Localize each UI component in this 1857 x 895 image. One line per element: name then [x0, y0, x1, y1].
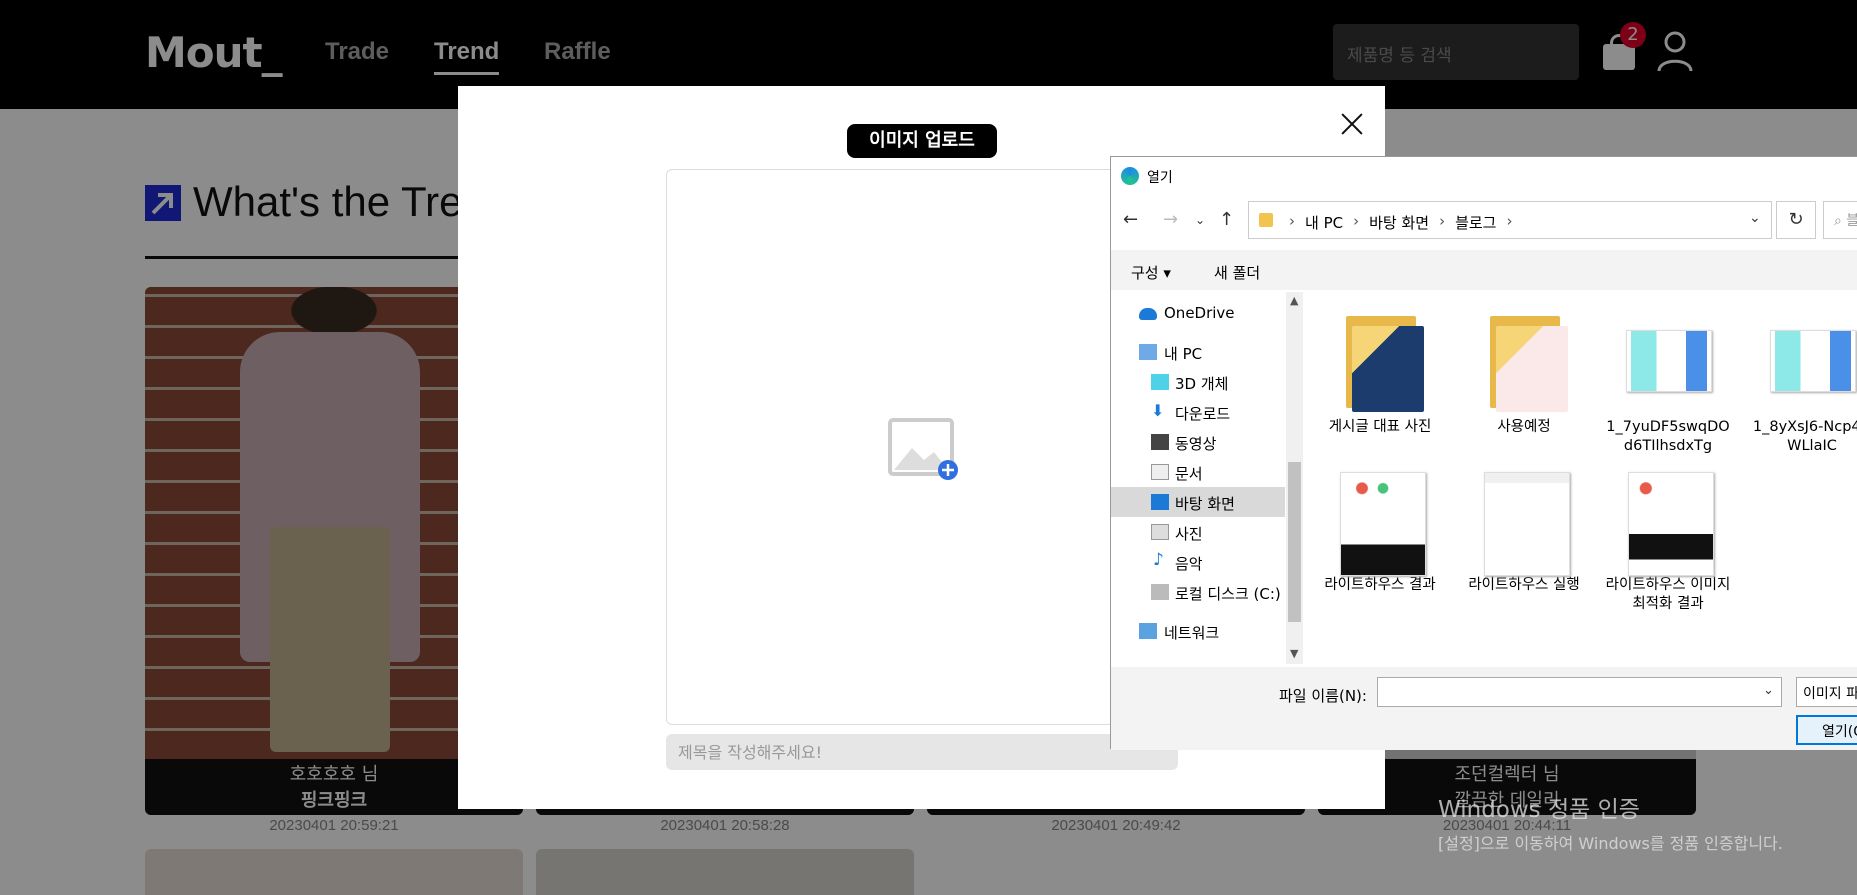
- tree-item-network[interactable]: 네트워크: [1111, 616, 1285, 646]
- cloud-icon: [1139, 308, 1157, 320]
- navigation-pane: OneDrive 내 PC 3D 개체 ⬇ 다운로드 동영상 문서 바탕 화면: [1111, 292, 1285, 664]
- screenshot-thumbnail-icon: [1332, 470, 1428, 576]
- scroll-down-icon[interactable]: ▼: [1290, 647, 1298, 660]
- file-item[interactable]: 사용예정: [1459, 312, 1589, 437]
- breadcrumb-item[interactable]: 블로그: [1455, 212, 1496, 233]
- scroll-up-icon[interactable]: ▲: [1290, 294, 1298, 307]
- pc-icon: [1139, 344, 1157, 360]
- activation-subtitle: [설정]으로 이동하여 Windows를 정품 인증합니다.: [1438, 834, 1783, 853]
- network-icon: [1139, 623, 1157, 639]
- folder-icon: [1332, 312, 1428, 412]
- dialog-search-input[interactable]: ⌕ 블로그 검색: [1823, 201, 1857, 239]
- file-item[interactable]: 게시글 대표 사진: [1315, 312, 1445, 437]
- close-icon[interactable]: [1338, 110, 1366, 138]
- tree-item-videos[interactable]: 동영상: [1111, 427, 1285, 457]
- activation-title: Windows 정품 인증: [1438, 797, 1640, 823]
- file-open-dialog: 열기 ← → ⌄ ↑ › 내 PC › 바탕 화면 › 블로그 › ⌄ ↻ ⌕ …: [1110, 156, 1857, 750]
- tree-item-downloads[interactable]: ⬇ 다운로드: [1111, 397, 1285, 427]
- file-list: 게시글 대표 사진 사용예정 1_7yuDF5swqDOd6TIlhsdxTg …: [1307, 292, 1857, 664]
- dialog-navbar: ← → ⌄ ↑ › 내 PC › 바탕 화면 › 블로그 › ⌄ ↻ ⌕ 블로그…: [1111, 197, 1857, 241]
- breadcrumb-item[interactable]: 내 PC: [1305, 212, 1343, 233]
- tree-item-desktop[interactable]: 바탕 화면: [1111, 487, 1285, 517]
- navigation-scrollbar[interactable]: ▲ ▼: [1286, 292, 1303, 664]
- open-button[interactable]: 열기(O): [1796, 715, 1857, 745]
- app-icon: [1121, 167, 1139, 185]
- tree-item-pictures[interactable]: 사진: [1111, 517, 1285, 547]
- desktop-icon: [1151, 494, 1169, 510]
- chevron-down-icon[interactable]: ⌄: [1749, 210, 1761, 226]
- tree-item-music[interactable]: ♪ 음악: [1111, 547, 1285, 577]
- file-item[interactable]: 1_8yXsJ6-Ncp4--WLlaIC: [1747, 312, 1857, 456]
- address-bar[interactable]: › 내 PC › 바탕 화면 › 블로그 › ⌄: [1248, 201, 1772, 239]
- dialog-footer: 파일 이름(N): ⌄ 이미지 파일 열기(O): [1111, 667, 1857, 750]
- picture-icon: [1151, 524, 1169, 540]
- scrollbar-thumb[interactable]: [1288, 462, 1301, 622]
- file-name-label: 파일 이름(N):: [1279, 687, 1367, 705]
- screenshot-thumbnail-icon: [1476, 470, 1572, 576]
- film-icon: [1151, 434, 1169, 450]
- tree-item-documents[interactable]: 문서: [1111, 457, 1285, 487]
- image-upload-label: 이미지 업로드: [847, 124, 997, 158]
- cube-icon: [1151, 374, 1169, 390]
- file-item[interactable]: 라이트하우스 실행: [1459, 470, 1589, 595]
- dialog-titlebar: 열기: [1111, 157, 1857, 193]
- file-name-input[interactable]: [1377, 677, 1782, 707]
- image-thumbnail-icon: [1620, 312, 1716, 412]
- tree-item-local-disk[interactable]: 로컬 디스크 (C:): [1111, 577, 1285, 607]
- organize-menu[interactable]: 구성 ▾: [1131, 262, 1171, 283]
- disk-icon: [1151, 584, 1169, 600]
- windows-activation-watermark: Windows 정품 인증 [설정]으로 이동하여 Windows를 정품 인증…: [1438, 790, 1783, 854]
- image-thumbnail-icon: [1764, 312, 1857, 412]
- file-type-filter[interactable]: 이미지 파일: [1796, 677, 1857, 707]
- forward-arrow-icon[interactable]: →: [1163, 209, 1178, 230]
- back-arrow-icon[interactable]: ←: [1123, 209, 1138, 230]
- refresh-icon[interactable]: ↻: [1776, 201, 1816, 239]
- music-icon: ♪: [1153, 550, 1164, 570]
- tree-item-pc[interactable]: 내 PC: [1111, 337, 1285, 367]
- post-title-input[interactable]: [666, 734, 1178, 770]
- screenshot-thumbnail-icon: [1620, 470, 1716, 576]
- add-image-icon[interactable]: [888, 418, 958, 480]
- folder-icon: [1476, 312, 1572, 412]
- tree-item-onedrive[interactable]: OneDrive: [1111, 298, 1285, 328]
- document-icon: [1151, 464, 1169, 480]
- folder-icon: [1259, 213, 1273, 227]
- recent-chevron-icon[interactable]: ⌄: [1195, 213, 1205, 227]
- download-icon: ⬇: [1151, 401, 1165, 420]
- search-icon: ⌕: [1834, 213, 1842, 229]
- dialog-toolbar: 구성 ▾ 새 폴더: [1111, 250, 1857, 290]
- breadcrumb-item[interactable]: 바탕 화면: [1369, 212, 1429, 233]
- dialog-title: 열기: [1147, 170, 1173, 186]
- file-item[interactable]: 1_7yuDF5swqDOd6TIlhsdxTg: [1603, 312, 1733, 456]
- up-arrow-icon[interactable]: ↑: [1219, 209, 1234, 230]
- tree-item-3d[interactable]: 3D 개체: [1111, 367, 1285, 397]
- new-folder-button[interactable]: 새 폴더: [1214, 262, 1260, 283]
- file-item[interactable]: 라이트하우스 이미지 최적화 결과: [1603, 470, 1733, 614]
- file-item[interactable]: 라이트하우스 결과: [1315, 470, 1445, 595]
- breadcrumb: › 내 PC › 바탕 화면 › 블로그 ›: [1289, 212, 1513, 233]
- chevron-down-icon[interactable]: ⌄: [1763, 683, 1774, 698]
